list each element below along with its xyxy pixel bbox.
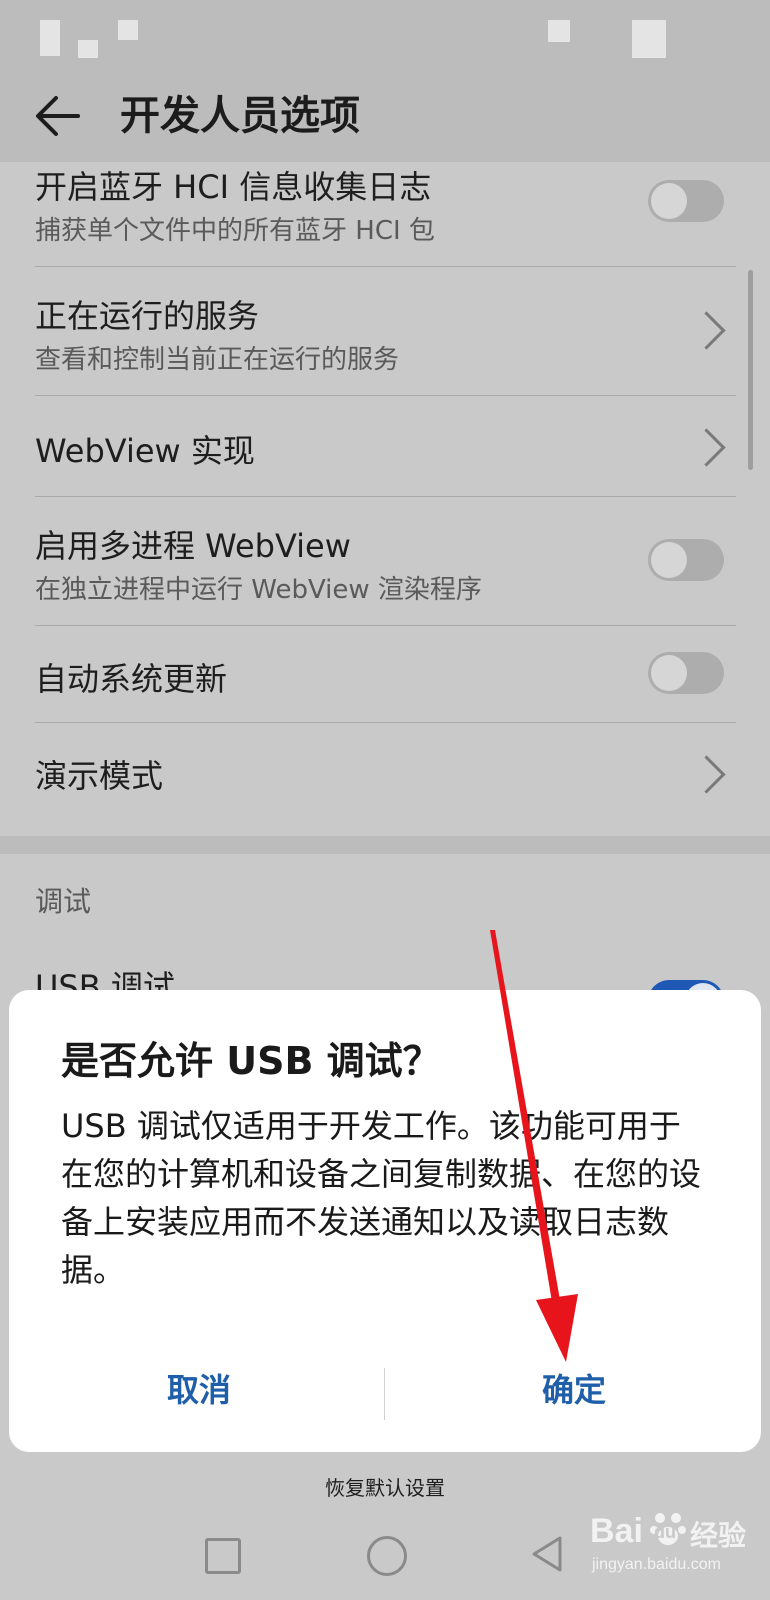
setting-subtitle: 在独立进程中运行 WebView 渲染程序 [35, 575, 482, 605]
dialog-title: 是否允许 USB 调试？ [61, 1039, 441, 1083]
back-arrow-icon [36, 96, 80, 136]
scrollbar[interactable] [748, 270, 753, 470]
setting-title: 启用多进程 WebView [35, 527, 351, 565]
status-icon-blurred [548, 20, 570, 42]
setting-title: 演示模式 [35, 757, 164, 795]
nav-back-button[interactable] [530, 1535, 564, 1573]
watermark-cn: 经验 [690, 1520, 747, 1551]
app-bar: 开发人员选项 [0, 70, 770, 162]
nav-home-button[interactable] [367, 1536, 407, 1576]
back-button[interactable] [30, 86, 90, 146]
status-bar [0, 0, 770, 70]
watermark-url: jingyan.baidu.com [592, 1556, 721, 1573]
toggle-switch[interactable] [648, 539, 724, 581]
watermark-brand: Bai [590, 1512, 643, 1550]
setting-subtitle: 查看和控制当前正在运行的服务 [35, 345, 400, 375]
status-icon-blurred [632, 20, 666, 58]
setting-bluetooth-hci-log[interactable]: 开启蓝牙 HCI 信息收集日志 捕获单个文件中的所有蓝牙 HCI 包 [0, 162, 770, 266]
setting-title: 正在运行的服务 [35, 297, 260, 335]
ok-button[interactable]: 确定 [389, 1360, 759, 1420]
section-gap [0, 836, 770, 854]
setting-title: 自动系统更新 [35, 660, 228, 698]
setting-multiprocess-webview[interactable]: 启用多进程 WebView 在独立进程中运行 WebView 渲染程序 [0, 497, 770, 625]
button-separator [384, 1368, 385, 1420]
baidu-watermark: Bai du 经验 jingyan.baidu.com [590, 1500, 760, 1590]
toggle-switch[interactable] [648, 652, 724, 694]
status-icon-blurred [40, 20, 60, 56]
chevron-right-icon [687, 428, 726, 467]
setting-webview-implementation[interactable]: WebView 实现 [0, 396, 770, 496]
cancel-button[interactable]: 取消 [14, 1360, 384, 1420]
watermark-brand2: du [654, 1522, 676, 1542]
setting-demo-mode[interactable]: 演示模式 [0, 723, 770, 823]
toggle-knob [651, 183, 687, 219]
setting-auto-system-update[interactable]: 自动系统更新 [0, 626, 770, 722]
toggle-switch[interactable] [648, 180, 724, 222]
page-title: 开发人员选项 [120, 93, 360, 139]
setting-title: 开启蓝牙 HCI 信息收集日志 [35, 168, 432, 206]
section-header-debug: 调试 [35, 885, 92, 918]
toggle-knob [651, 655, 687, 691]
settings-list: 开启蓝牙 HCI 信息收集日志 捕获单个文件中的所有蓝牙 HCI 包 正在运行的… [0, 162, 770, 836]
chevron-right-icon [687, 311, 726, 350]
nav-back-icon [532, 1536, 562, 1572]
dialog-message: USB 调试仅适用于开发工作。该功能可用于在您的计算机和设备之间复制数据、在您的… [61, 1107, 702, 1289]
setting-subtitle: 捕获单个文件中的所有蓝牙 HCI 包 [35, 216, 435, 246]
setting-title: WebView 实现 [35, 432, 255, 470]
usb-debug-dialog: 是否允许 USB 调试？ USB 调试仅适用于开发工作。该功能可用于在您的计算机… [9, 990, 761, 1452]
reset-defaults-button[interactable]: 恢复默认设置 [0, 1472, 770, 1501]
chevron-right-icon [687, 755, 726, 794]
nav-recents-button[interactable] [205, 1538, 241, 1574]
status-icon-blurred [118, 20, 138, 40]
setting-running-services[interactable]: 正在运行的服务 查看和控制当前正在运行的服务 [0, 267, 770, 395]
toggle-knob [651, 542, 687, 578]
status-icon-blurred [78, 40, 98, 58]
